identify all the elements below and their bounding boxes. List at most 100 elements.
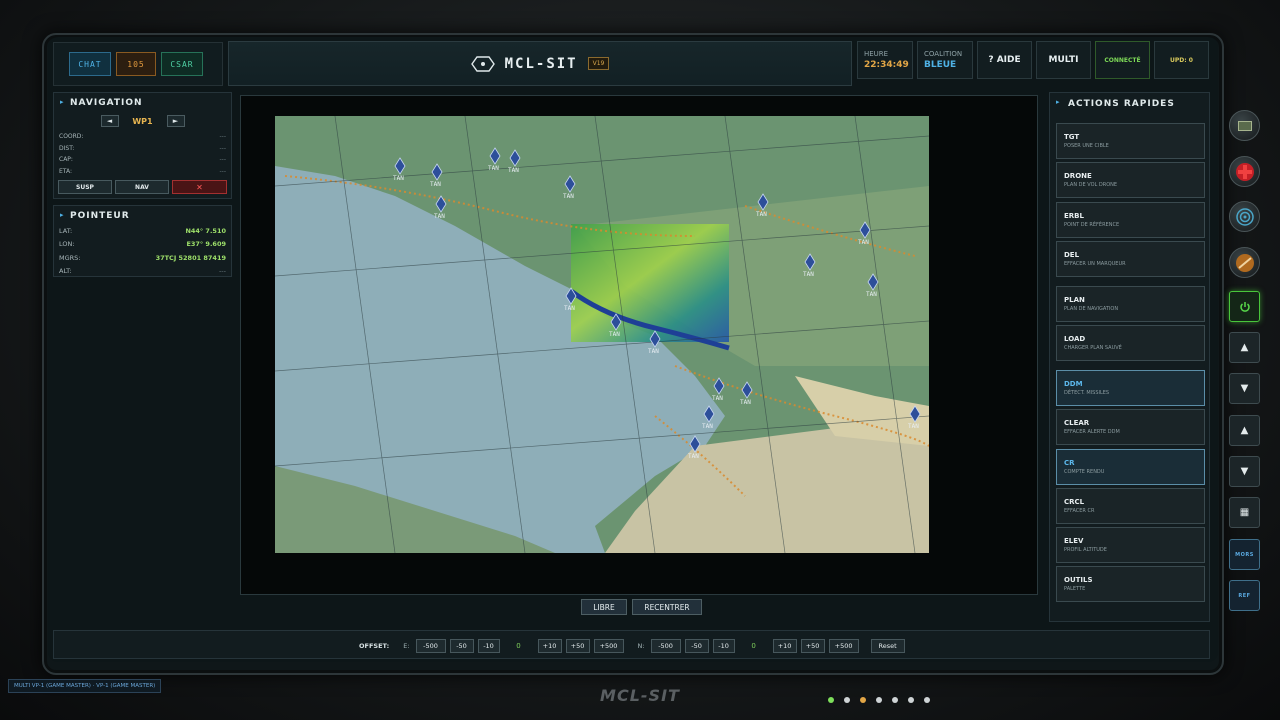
zoom-down-button[interactable]: ▼ — [1229, 456, 1260, 487]
compass-button[interactable] — [1229, 247, 1260, 278]
app-title: MCL-SIT — [504, 55, 578, 72]
north-minus-50-button[interactable]: -50 — [684, 639, 709, 653]
power-button[interactable] — [1229, 291, 1260, 322]
north-minus-500-button[interactable]: -500 — [650, 639, 681, 653]
map-marker-label: TAN — [908, 423, 919, 430]
pointer-row-lon: LON: E37° 9.609 — [54, 238, 231, 252]
ios-button[interactable]: 105 — [116, 52, 156, 76]
action-load-button[interactable]: LOAD CHARGER PLAN SAUVÉ — [1056, 325, 1205, 361]
north-plus-50-button[interactable]: +50 — [800, 639, 825, 653]
led-indicator — [860, 697, 866, 703]
multi-button[interactable]: MULTI — [1036, 41, 1091, 79]
action-desc: PROFIL ALTITUDE — [1064, 547, 1107, 553]
zoom-up-button[interactable]: ▲ — [1229, 415, 1260, 446]
help-button[interactable]: ? AIDE — [977, 41, 1032, 79]
footer-logo: MCL-SIT — [600, 686, 680, 705]
action-erbl-button[interactable]: ERBL POINT DE RÉFÉRENCE — [1056, 202, 1205, 238]
east-plus-500-button[interactable]: +500 — [593, 639, 624, 653]
map-marker-label: TAN — [430, 181, 441, 188]
action-desc: EFFACER CR — [1064, 508, 1095, 514]
map-marker-label: TAN — [434, 213, 445, 220]
next-waypoint-button[interactable]: ► — [166, 115, 185, 127]
led-indicator — [844, 697, 850, 703]
map-canvas[interactable]: TAN TAN TAN TAN TAN TAN TAN TAN TAN TAN … — [275, 116, 929, 553]
action-drone-button[interactable]: DRONE PLAN DE VOL DRONE — [1056, 162, 1205, 198]
pointer-value: N44° 7.510 — [185, 226, 226, 235]
offset-reset-button[interactable]: Reset — [870, 639, 905, 653]
action-desc: POSER UNE CIBLE — [1064, 143, 1109, 149]
delete-waypoint-button[interactable]: ✕ — [172, 180, 227, 194]
action-desc: DÉTECT. MISSILES — [1064, 390, 1110, 396]
action-elev-button[interactable]: ELEV PROFIL ALTITUDE — [1056, 527, 1205, 563]
action-code: LOAD — [1064, 335, 1086, 343]
waypoint-selector: ◄ WP1 ► — [54, 115, 231, 127]
navigation-values: COORD: --- DIST: --- CAP: --- ETA: --- — [54, 131, 231, 177]
hexagon-logo-icon — [470, 55, 495, 72]
action-desc: EFFACER UN MARQUEUR — [1064, 261, 1126, 267]
action-crcl-button[interactable]: CRCL EFFACER CR — [1056, 488, 1205, 524]
led-indicator — [924, 697, 930, 703]
action-code: PLAN — [1064, 296, 1085, 304]
action-cr-button[interactable]: CR COMPTE RENDU — [1056, 449, 1205, 485]
action-tgt-button[interactable]: TGT POSER UNE CIBLE — [1056, 123, 1205, 159]
nav-row-cap: CAP: --- — [54, 154, 231, 166]
offset-east-label: E: — [403, 642, 410, 650]
pointer-value: --- — [218, 267, 226, 276]
ref-button[interactable]: REF — [1229, 580, 1260, 611]
map-marker-label: TAN — [648, 348, 659, 355]
suspend-button[interactable]: SUSP — [58, 180, 112, 194]
action-desc: COMPTE RENDU — [1064, 469, 1105, 475]
free-view-button[interactable]: LIBRE — [581, 599, 627, 615]
medical-button[interactable] — [1229, 156, 1260, 187]
chat-button[interactable]: CHAT — [69, 52, 111, 76]
navigation-buttons: SUSP NAV ✕ — [54, 180, 231, 194]
radar-icon — [1235, 207, 1254, 226]
tactical-map[interactable]: TAN TAN TAN TAN TAN TAN TAN TAN TAN TAN … — [275, 116, 929, 553]
pointer-value: 37TCJ 52801 87419 — [155, 253, 226, 262]
screen-icon-button[interactable] — [1229, 110, 1260, 141]
east-plus-50-button[interactable]: +50 — [565, 639, 590, 653]
action-desc: PALETTE — [1064, 586, 1086, 592]
waypoint-label: WP1 — [132, 116, 153, 126]
map-marker-label: TAN — [488, 165, 499, 172]
map-marker-label: TAN — [564, 305, 575, 312]
quick-actions-panel: ACTIONS RAPIDES TGT POSER UNE CIBLE DRONE… — [1049, 92, 1210, 622]
east-minus-500-button[interactable]: -500 — [415, 639, 446, 653]
action-ddm-button[interactable]: DDM DÉTECT. MISSILES — [1056, 370, 1205, 406]
action-clear-button[interactable]: CLEAR EFFACER ALERTE DDM — [1056, 409, 1205, 445]
action-outils-button[interactable]: OUTILS PALETTE — [1056, 566, 1205, 602]
csar-button[interactable]: CSAR — [161, 52, 203, 76]
map-marker-label: TAN — [609, 331, 620, 338]
north-minus-10-button[interactable]: -10 — [712, 639, 735, 653]
pointer-key: MGRS: — [59, 253, 81, 262]
north-plus-10-button[interactable]: +10 — [772, 639, 797, 653]
update-counter: UPD: 0 — [1154, 41, 1209, 79]
map-marker-label: TAN — [702, 423, 713, 430]
scroll-down-button[interactable]: ▼ — [1229, 373, 1260, 404]
mors-button[interactable]: MORS — [1229, 539, 1260, 570]
action-del-button[interactable]: DEL EFFACER UN MARQUEUR — [1056, 241, 1205, 277]
navigation-title: NAVIGATION — [54, 93, 231, 108]
east-minus-50-button[interactable]: -50 — [449, 639, 474, 653]
map-controls: LIBRE RECENTRER — [581, 599, 702, 615]
map-marker-label: TAN — [803, 271, 814, 278]
scroll-up-button[interactable]: ▲ — [1229, 332, 1260, 363]
pointer-title: POINTEUR — [54, 206, 231, 221]
nav-button[interactable]: NAV — [115, 180, 169, 194]
east-plus-10-button[interactable]: +10 — [537, 639, 562, 653]
nav-key: ETA: — [59, 167, 73, 175]
east-minus-10-button[interactable]: -10 — [477, 639, 500, 653]
power-icon — [1239, 301, 1250, 312]
action-desc: POINT DE RÉFÉRENCE — [1064, 222, 1120, 228]
north-plus-500-button[interactable]: +500 — [828, 639, 859, 653]
radar-button[interactable] — [1229, 201, 1260, 232]
recenter-button[interactable]: RECENTRER — [632, 599, 702, 615]
clock-label: HEURE — [864, 50, 889, 58]
prev-waypoint-button[interactable]: ◄ — [100, 115, 119, 127]
grid-button[interactable]: ▦ — [1229, 497, 1260, 528]
action-code: DEL — [1064, 251, 1080, 259]
action-code: CRCL — [1064, 498, 1085, 506]
action-code: DRONE — [1064, 172, 1092, 180]
action-plan-button[interactable]: PLAN PLAN DE NAVIGATION — [1056, 286, 1205, 322]
clock-value: 22:34:49 — [864, 60, 909, 70]
